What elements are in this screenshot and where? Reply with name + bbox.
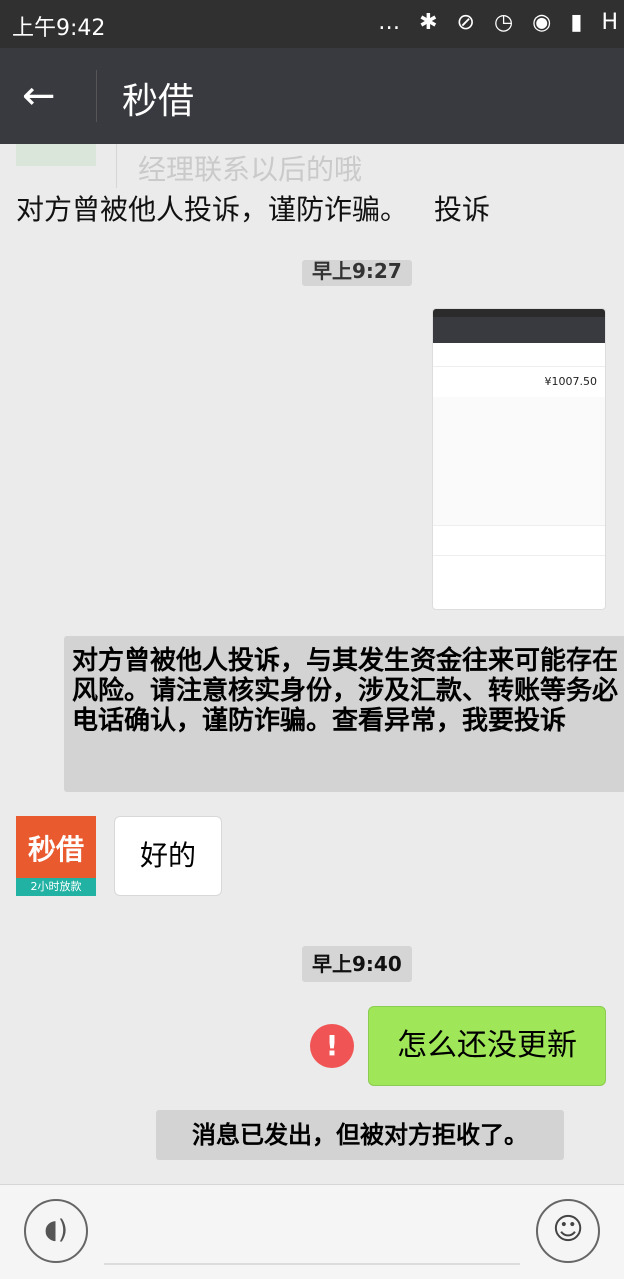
send-failed-icon[interactable]: ! (310, 1024, 354, 1068)
image-item (433, 525, 605, 555)
received-message[interactable]: 好的 (114, 816, 222, 896)
risk-notice: 对方曾被他人投诉，与其发生资金往来可能存在风险。请注意核实身份，涉及汇款、转账等… (64, 636, 624, 792)
message-input[interactable] (104, 1263, 520, 1265)
partial-divider (116, 144, 117, 188)
image-blank (433, 397, 605, 525)
timestamp: 早上9:40 (302, 946, 412, 982)
voice-icon[interactable]: ◖) (24, 1199, 88, 1263)
avatar[interactable]: 秒借 2小时放款 (16, 816, 96, 896)
back-arrow-icon[interactable]: ← (22, 70, 78, 122)
complaint-notice-text: 对方曾被他人投诉，谨防诈骗。 (16, 193, 409, 226)
image-status-strip (433, 309, 605, 317)
sent-message[interactable]: 怎么还没更新 (368, 1006, 606, 1086)
image-topbar (433, 317, 605, 343)
avatar-slogan: 2小时放款 (16, 878, 96, 896)
image-item (433, 555, 605, 585)
input-bar: ◖) ☺ (0, 1184, 624, 1279)
image-row (433, 343, 605, 367)
rejected-notice: 消息已发出，但被对方拒收了。 (156, 1110, 564, 1160)
complaint-link[interactable]: 投诉 (434, 193, 490, 226)
complaint-notice: 对方曾被他人投诉，谨防诈骗。 投诉 (16, 188, 490, 228)
timestamp: 早上9:27 (302, 260, 412, 286)
partial-bubble (16, 144, 96, 166)
partial-message-text: 经理联系以后的哦 (138, 153, 363, 186)
status-time: 上午9:42 (12, 16, 106, 41)
avatar-brand: 秒借 (27, 833, 84, 866)
image-amount: ¥1007.50 (544, 375, 598, 388)
image-message[interactable]: ¥1007.50 (432, 308, 606, 610)
app-header: ← 秒借 (0, 48, 624, 144)
image-amount-row: ¥1007.50 (433, 367, 605, 397)
chat-title: 秒借 (122, 81, 195, 122)
header-divider (96, 70, 97, 122)
emoji-icon[interactable]: ☺ (536, 1199, 600, 1263)
status-icons: … ✱ ⊘ ◷ ◉ ▮ H (378, 10, 624, 35)
chat-area[interactable]: 经理联系以后的哦 对方曾被他人投诉，谨防诈骗。 投诉 早上9:27 ¥1007.5… (0, 144, 624, 1184)
status-bar: 上午9:42 … ✱ ⊘ ◷ ◉ ▮ H (0, 0, 624, 48)
